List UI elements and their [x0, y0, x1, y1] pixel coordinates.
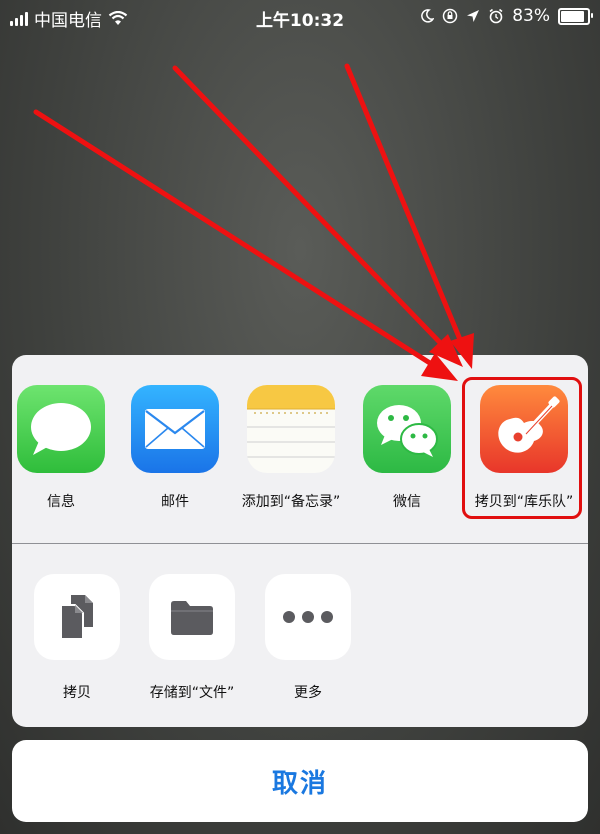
arrow-line	[33, 109, 447, 375]
action-label: 存储到“文件”	[149, 685, 235, 701]
copy-icon	[34, 574, 120, 660]
messages-icon	[17, 385, 105, 473]
arrow-line	[172, 65, 455, 358]
action-label: 拷贝	[63, 685, 91, 701]
folder-icon	[149, 574, 235, 660]
battery-percent: 83%	[512, 6, 550, 26]
share-app-mail[interactable]: 邮件	[125, 385, 225, 511]
arrow-line	[344, 63, 469, 357]
orientation-lock-icon	[442, 8, 458, 24]
share-app-messages[interactable]: 信息	[12, 385, 111, 511]
more-icon	[265, 574, 351, 660]
status-bar: 中国电信 上午10:32 83%	[0, 0, 600, 32]
location-icon	[467, 10, 480, 22]
action-copy[interactable]: 拷贝	[22, 574, 132, 702]
share-app-label: 信息	[47, 494, 75, 510]
cancel-button[interactable]: 取消	[12, 740, 588, 822]
moon-icon	[421, 9, 435, 23]
notes-icon	[247, 385, 335, 473]
share-actions-row: 拷贝 存储到“文件” 更多	[12, 543, 588, 727]
action-more[interactable]: 更多	[253, 574, 363, 702]
action-save-to-files[interactable]: 存储到“文件”	[137, 574, 247, 702]
share-app-label: 微信	[393, 494, 421, 510]
share-app-wechat[interactable]: 微信	[357, 385, 457, 511]
status-right: 83%	[420, 6, 593, 26]
alarm-icon	[489, 8, 503, 24]
action-label: 更多	[294, 685, 322, 701]
share-app-label: 添加到“备忘录”	[241, 494, 341, 510]
wechat-icon	[363, 385, 451, 473]
highlight-box	[462, 377, 582, 519]
share-app-notes[interactable]: 添加到“备忘录”	[241, 385, 341, 511]
share-app-label: 邮件	[161, 494, 189, 510]
mail-icon	[131, 385, 219, 473]
battery-icon	[558, 7, 593, 25]
